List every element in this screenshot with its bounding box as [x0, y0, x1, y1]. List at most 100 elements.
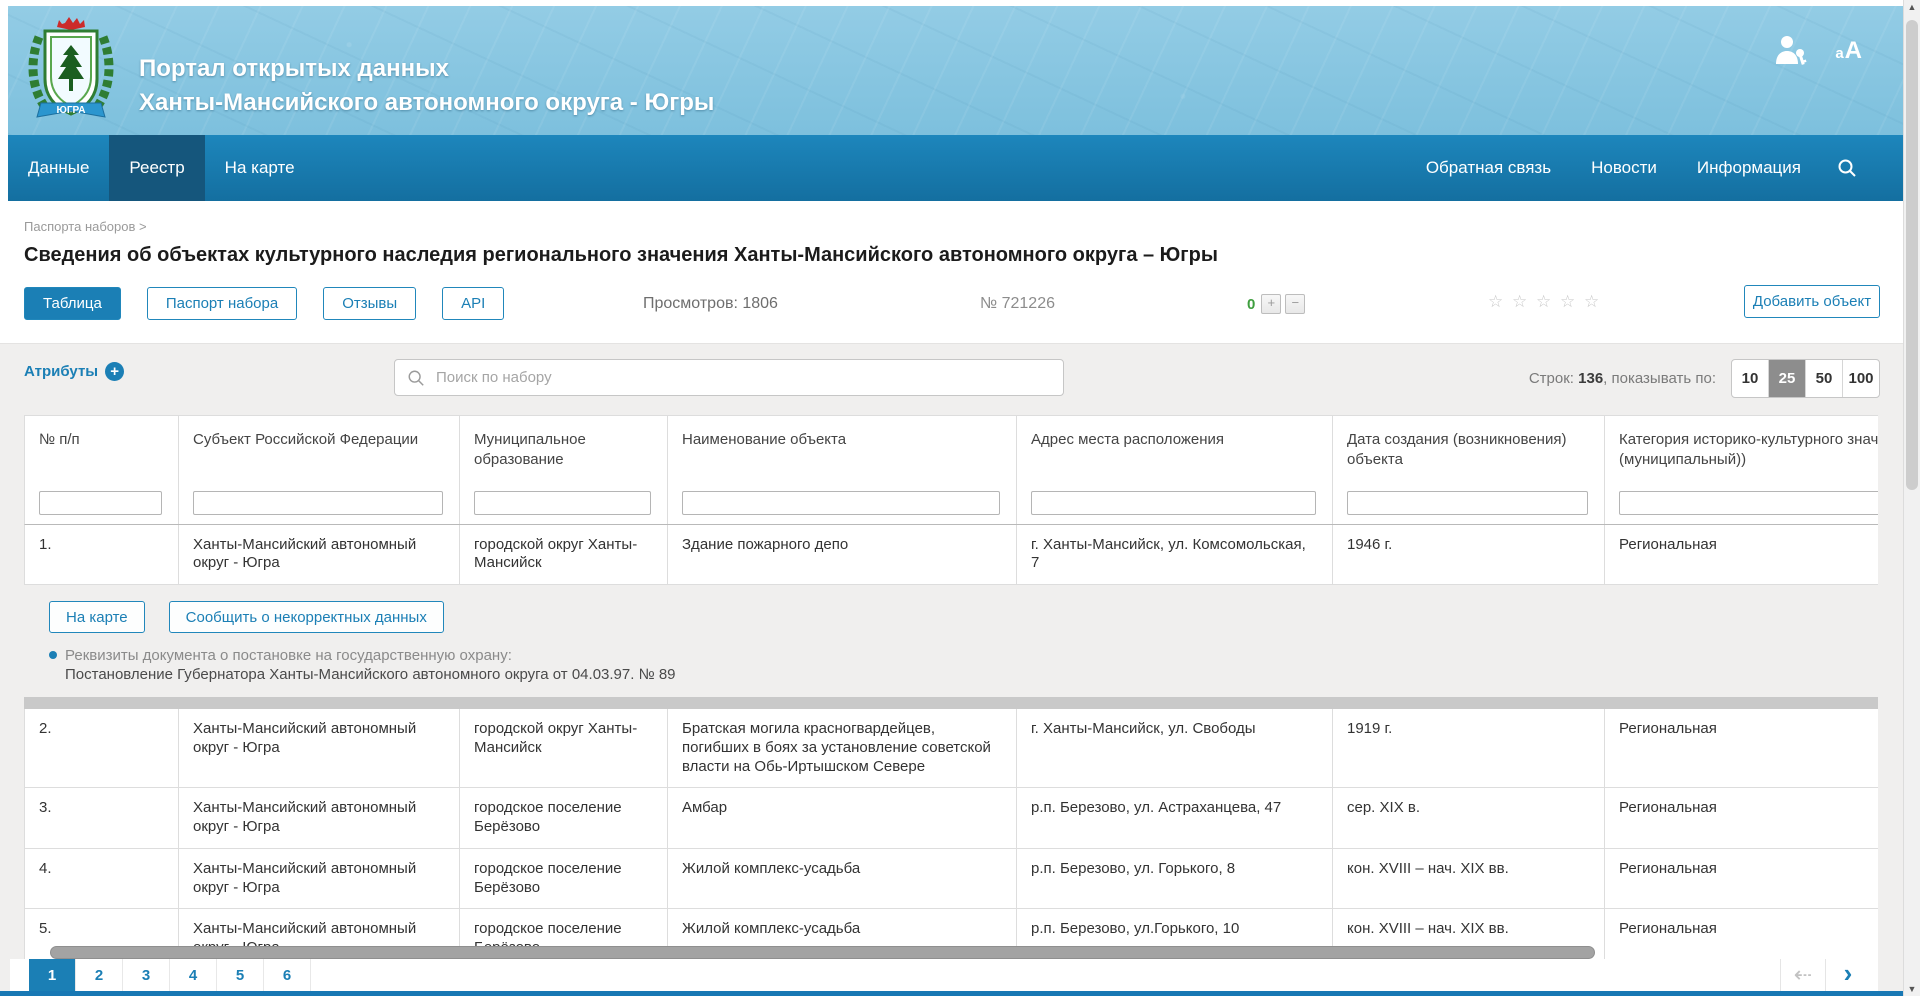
breadcrumb[interactable]: Паспорта наборов > [24, 219, 147, 234]
view-tab[interactable]: Таблица [24, 287, 121, 320]
cell-category: Региональная [1605, 525, 1878, 585]
page-button[interactable]: 2 [76, 959, 123, 992]
view-tab[interactable]: API [442, 287, 504, 320]
column-header[interactable]: Наименование объекта [668, 416, 1017, 483]
column-filter-input[interactable] [474, 491, 651, 515]
filter-cell [25, 483, 179, 524]
star-icon[interactable]: ☆ [1560, 292, 1577, 311]
nav-item[interactable]: Новости [1571, 135, 1677, 201]
coat-of-arms-logo[interactable]: ЮГРА [27, 17, 115, 129]
filter-cell [460, 483, 668, 524]
star-icon[interactable]: ☆ [1512, 292, 1529, 311]
bullet-icon [49, 651, 57, 659]
nav-search-button[interactable] [1821, 135, 1873, 201]
page-list: 1 2 3 4 5 6 [29, 959, 311, 992]
column-header[interactable]: Субъект Российской Федерации [179, 416, 460, 483]
rows-prefix: Строк: [1529, 370, 1578, 387]
rating-stars[interactable]: ☆ ☆ ☆ ☆ ☆ [1488, 292, 1601, 312]
cell-date: кон. XVIII – нач. XIX вв. [1333, 849, 1605, 909]
nav-item[interactable]: Обратная связь [1406, 135, 1571, 201]
cell-address: г. Ханты-Мансийск, ул. Комсомольская, 7 [1017, 525, 1333, 585]
star-icon[interactable]: ☆ [1536, 292, 1553, 311]
table-inner: № п/п Субъект Российской Федерации Муниц… [24, 415, 1878, 961]
column-header[interactable]: Дата создания (возникновения) объекта [1333, 416, 1605, 483]
table-header-row: № п/п Субъект Российской Федерации Муниц… [24, 415, 1878, 483]
vote-widget: 0 + − [1247, 294, 1305, 314]
next-page-arrow-icon[interactable]: › [1825, 959, 1870, 992]
nav-item[interactable]: Информация [1677, 135, 1821, 201]
cell-date: 1919 г. [1333, 709, 1605, 787]
details-note: Реквизиты документа о постановке на госу… [49, 646, 1878, 685]
cell-name: Здание пожарного депо [668, 525, 1017, 585]
note-value: Постановление Губернатора Ханты-Мансийск… [65, 665, 676, 685]
nav-right-group: Обратная связь Новости Информация [1406, 135, 1873, 201]
search-input[interactable] [434, 368, 1051, 387]
nav-item[interactable]: Реестр [109, 135, 204, 201]
site-title-line2: Ханты-Мансийского автономного округа - Ю… [139, 86, 714, 120]
cell-category: Региональная [1605, 849, 1878, 909]
on-map-button[interactable]: На карте [49, 601, 145, 633]
column-filter-input[interactable] [1619, 491, 1878, 515]
portal-page: ЮГРА Портал открытых данных Ханты-Мансий… [0, 0, 1920, 996]
cell-num: 2. [25, 709, 179, 787]
table-row[interactable]: 1. Ханты-Мансийский автономный округ - Ю… [24, 525, 1878, 586]
column-header[interactable]: Муниципальное образование [460, 416, 668, 483]
rows-suffix: , показывать по: [1603, 370, 1716, 387]
dataset-section: Атрибуты + Строк: 136, показывать по: 10… [0, 343, 1903, 996]
page-size-button[interactable]: 10 [1732, 360, 1768, 397]
column-header[interactable]: Категория историко-культурного значе (му… [1605, 416, 1878, 483]
cell-subject: Ханты-Мансийский автономный округ - Югра [179, 788, 460, 848]
cell-name: Братская могила красногвардейцев, погибш… [668, 709, 1017, 787]
column-filter-input[interactable] [193, 491, 443, 515]
site-title-line1: Портал открытых данных [139, 52, 714, 86]
table-row[interactable]: 2. Ханты-Мансийский автономный округ - Ю… [24, 709, 1878, 788]
column-filter-input[interactable] [682, 491, 1000, 515]
scroll-up-arrow-icon[interactable]: ▲ [1904, 2, 1920, 12]
page-button[interactable]: 5 [217, 959, 264, 992]
page-size-button[interactable]: 100 [1842, 360, 1879, 397]
view-tab[interactable]: Отзывы [323, 287, 416, 320]
vote-up-button[interactable]: + [1261, 294, 1281, 314]
page-button[interactable]: 4 [170, 959, 217, 992]
filter-cell [668, 483, 1017, 524]
pagination-bar: 1 2 3 4 5 6 ⇠ › [10, 959, 1878, 992]
views-counter: Просмотров: 1806 [643, 295, 778, 313]
horizontal-scrollbar-thumb[interactable] [50, 946, 1595, 959]
rows-count: 136 [1578, 370, 1603, 387]
site-header: ЮГРА Портал открытых данных Ханты-Мансий… [8, 6, 1903, 135]
star-icon[interactable]: ☆ [1584, 292, 1601, 311]
table-row[interactable]: 4. Ханты-Мансийский автономный округ - Ю… [24, 849, 1878, 910]
attributes-toggle[interactable]: Атрибуты + [24, 362, 124, 381]
column-header[interactable]: № п/п [25, 416, 179, 483]
view-tab[interactable]: Паспорт набора [147, 287, 297, 320]
column-header[interactable]: Адрес места расположения [1017, 416, 1333, 483]
crest-ribbon-text: ЮГРА [57, 105, 86, 116]
page-button[interactable]: 6 [264, 959, 311, 992]
table-row[interactable]: 3. Ханты-Мансийский автономный округ - Ю… [24, 788, 1878, 849]
column-filter-input[interactable] [1347, 491, 1588, 515]
prev-page-arrow-icon[interactable]: ⇠ [1780, 959, 1825, 992]
font-size-toggle[interactable]: аА [1835, 37, 1863, 65]
cell-municipality: городской округ Ханты-Мансийск [460, 525, 668, 585]
nav-item[interactable]: На карте [205, 135, 315, 201]
nav-item[interactable]: Данные [8, 135, 109, 201]
page-button[interactable]: 3 [123, 959, 170, 992]
vertical-scrollbar[interactable]: ▲ ▼ [1903, 0, 1920, 996]
row-details-panel: На карте Сообщить о некорректных данных … [24, 585, 1878, 697]
scroll-down-arrow-icon[interactable]: ▼ [1904, 984, 1920, 994]
report-incorrect-button[interactable]: Сообщить о некорректных данных [169, 601, 444, 633]
page-size-switcher: 10 25 50 100 [1731, 359, 1880, 398]
column-filter-input[interactable] [39, 491, 162, 515]
column-filter-input[interactable] [1031, 491, 1316, 515]
page-size-button[interactable]: 50 [1805, 360, 1842, 397]
star-icon[interactable]: ☆ [1488, 292, 1505, 311]
note-text: Реквизиты документа о постановке на госу… [65, 646, 676, 685]
login-key-icon[interactable] [1773, 34, 1809, 68]
vote-down-button[interactable]: − [1285, 294, 1305, 314]
plus-circle-icon: + [105, 362, 124, 381]
header-icons: аА [1773, 34, 1863, 68]
vertical-scrollbar-thumb[interactable] [1906, 20, 1918, 490]
page-button[interactable]: 1 [29, 959, 76, 992]
add-object-button[interactable]: Добавить объект [1744, 285, 1880, 318]
page-size-button[interactable]: 25 [1768, 360, 1805, 397]
